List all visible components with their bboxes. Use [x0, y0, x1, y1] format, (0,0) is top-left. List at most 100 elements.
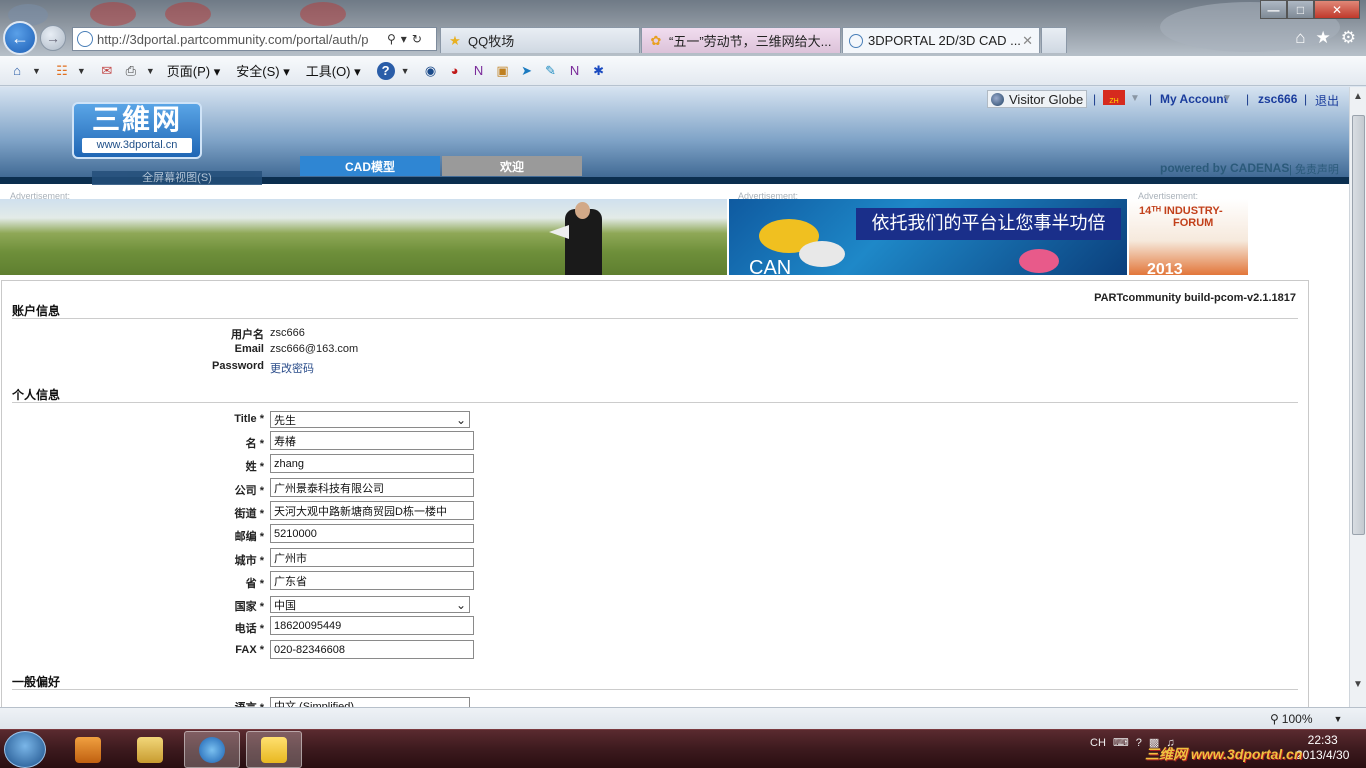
change-password-wrapper: 更改密码: [270, 360, 314, 376]
phone-input[interactable]: [270, 616, 474, 635]
page-menu[interactable]: 页面(P) ▾: [167, 61, 220, 80]
tab-welcome[interactable]: 欢迎: [442, 156, 582, 176]
china-flag-icon[interactable]: ZH: [1103, 90, 1125, 105]
first-name-input[interactable]: [270, 431, 474, 450]
street-input[interactable]: [270, 501, 474, 520]
close-tab-icon[interactable]: ✕: [1022, 33, 1033, 49]
ad-fish-graphic: [799, 241, 845, 267]
zip-input[interactable]: [270, 524, 474, 543]
refresh-icon[interactable]: ↻: [412, 32, 422, 46]
fullscreen-view-link[interactable]: 全屏幕视图(S): [92, 171, 262, 185]
input-language[interactable]: CH: [1090, 737, 1106, 749]
taskbar-media-player[interactable]: [60, 731, 116, 768]
tab-label: 3DPORTAL 2D/3D CAD ...: [868, 33, 1021, 48]
visitor-globe-button[interactable]: Visitor Globe: [987, 90, 1088, 108]
fax-input[interactable]: [270, 640, 474, 659]
back-button[interactable]: ←: [3, 21, 37, 55]
addon-circle-icon[interactable]: ◕: [446, 62, 464, 80]
title-select[interactable]: 先生 ⌄: [270, 411, 470, 428]
addon-box-icon[interactable]: ▣: [494, 62, 512, 80]
taskbar-sticky-notes[interactable]: [246, 731, 302, 768]
scroll-down-icon[interactable]: ▼: [1353, 679, 1363, 690]
help-icon[interactable]: ?: [1136, 737, 1142, 749]
province-input[interactable]: [270, 571, 474, 590]
bluetooth-icon[interactable]: ✱: [590, 62, 608, 80]
addon-globe-icon[interactable]: ◉: [422, 62, 440, 80]
section-title-account: 账户信息: [12, 304, 61, 318]
my-account-link[interactable]: My Account: [1160, 92, 1228, 106]
media-player-icon: [75, 736, 101, 763]
rss-feed-icon[interactable]: ☷: [53, 62, 71, 80]
start-button[interactable]: [4, 731, 46, 768]
wallpaper-decoration: [165, 2, 211, 26]
tab-label: QQ牧场: [468, 34, 515, 49]
tab-cad-models[interactable]: CAD模型: [300, 156, 440, 176]
taskbar-explorer[interactable]: [122, 731, 178, 768]
logout-link[interactable]: 退出: [1315, 92, 1339, 109]
disclaimer-link[interactable]: | 免责声明: [1289, 161, 1339, 177]
chevron-down-icon[interactable]: ▼: [1334, 714, 1343, 724]
system-clock[interactable]: 22:33 2013/4/30: [1296, 733, 1349, 763]
addon-send-icon[interactable]: ➤: [518, 62, 536, 80]
home-icon[interactable]: ⌂: [1295, 28, 1305, 48]
help-icon[interactable]: ?: [376, 61, 395, 80]
zip-label: 邮编 *: [234, 531, 264, 543]
onenote-icon[interactable]: N: [470, 62, 488, 80]
maximize-icon[interactable]: □: [1287, 0, 1314, 19]
company-input[interactable]: [270, 478, 474, 497]
dropdown-arrow-icon[interactable]: ▼: [401, 66, 410, 76]
close-window-icon[interactable]: ✕: [1314, 0, 1360, 19]
ad-banner-landscape[interactable]: [0, 199, 727, 275]
city-input[interactable]: [270, 548, 474, 567]
last-name-input[interactable]: [270, 454, 474, 473]
clock-date: 2013/4/30: [1296, 748, 1350, 762]
favorites-star-icon[interactable]: ★: [1316, 28, 1331, 48]
first-name-label: 名 *: [245, 438, 264, 450]
safety-menu[interactable]: 安全(S) ▾: [236, 61, 289, 80]
tab-labor-day[interactable]: ✿ “五一”劳动节，三维网给大...: [641, 27, 841, 53]
address-url[interactable]: http://3dportal.partcommunity.com/portal…: [97, 32, 382, 47]
mail-icon[interactable]: ✉: [98, 62, 116, 80]
forward-button[interactable]: →: [40, 25, 66, 51]
build-info: PARTcommunity build-pcom-v2.1.1817: [1094, 292, 1296, 304]
search-icon[interactable]: ⚲: [387, 32, 396, 46]
tab-3dportal[interactable]: 3DPORTAL 2D/3D CAD ... ✕: [842, 27, 1040, 53]
ad-banner-industry-forum[interactable]: 14ᵀᴴ INDUSTRY- FORUM 2013: [1129, 199, 1248, 275]
keyboard-icon[interactable]: ⌨: [1113, 736, 1129, 749]
ad-banner-platform[interactable]: 依托我们的平台让您事半功倍 CAN: [729, 199, 1127, 275]
city-label: 城市 *: [234, 555, 264, 567]
section-title-general: 一般偏好: [12, 675, 61, 689]
status-bar: ⚲ 100% ▼: [0, 707, 1366, 729]
scroll-up-icon[interactable]: ▲: [1353, 91, 1363, 102]
chevron-down-icon[interactable]: ▼: [1130, 93, 1140, 104]
divider: [12, 318, 1298, 319]
site-logo[interactable]: 三維网 www.3dportal.cn: [72, 102, 202, 159]
country-select[interactable]: 中国 ⌄: [270, 596, 470, 613]
dropdown-arrow-icon[interactable]: ▼: [146, 66, 155, 76]
vertical-scrollbar[interactable]: ▲ ▼: [1349, 87, 1366, 707]
chevron-down-icon[interactable]: ▼: [1222, 93, 1232, 104]
minimize-icon[interactable]: —: [1260, 0, 1287, 19]
visitor-globe-label: Visitor Globe: [1009, 91, 1084, 107]
clock-time: 22:33: [1307, 733, 1338, 747]
chevron-down-icon: ⌄: [455, 412, 466, 427]
home-icon[interactable]: ⌂: [8, 62, 26, 80]
addon-note-icon[interactable]: ✎: [542, 62, 560, 80]
new-tab-button[interactable]: [1041, 27, 1067, 53]
dropdown-arrow-icon[interactable]: ▼: [32, 66, 41, 76]
scrollbar-thumb[interactable]: [1352, 115, 1365, 535]
dropdown-arrow-icon[interactable]: ▾: [401, 32, 407, 46]
tools-menu[interactable]: 工具(O) ▾: [306, 61, 361, 80]
tab-qq-farm[interactable]: ★ QQ牧场: [440, 27, 640, 53]
address-bar[interactable]: http://3dportal.partcommunity.com/portal…: [72, 27, 437, 51]
gear-icon[interactable]: ⚙: [1341, 28, 1356, 48]
taskbar-internet-explorer[interactable]: [184, 731, 240, 768]
username-link[interactable]: zsc666: [1258, 92, 1297, 106]
change-password-link[interactable]: 更改密码: [270, 363, 314, 375]
print-icon[interactable]: ⎙: [122, 62, 140, 80]
powered-by-link[interactable]: powered by CADENAS: [1160, 161, 1289, 175]
onenote-icon[interactable]: N: [566, 62, 584, 80]
dropdown-arrow-icon[interactable]: ▼: [77, 66, 86, 76]
language-select[interactable]: 中文 (Simplified) ⌄: [270, 697, 470, 707]
zoom-control[interactable]: ⚲ 100% ▼: [1270, 712, 1342, 726]
